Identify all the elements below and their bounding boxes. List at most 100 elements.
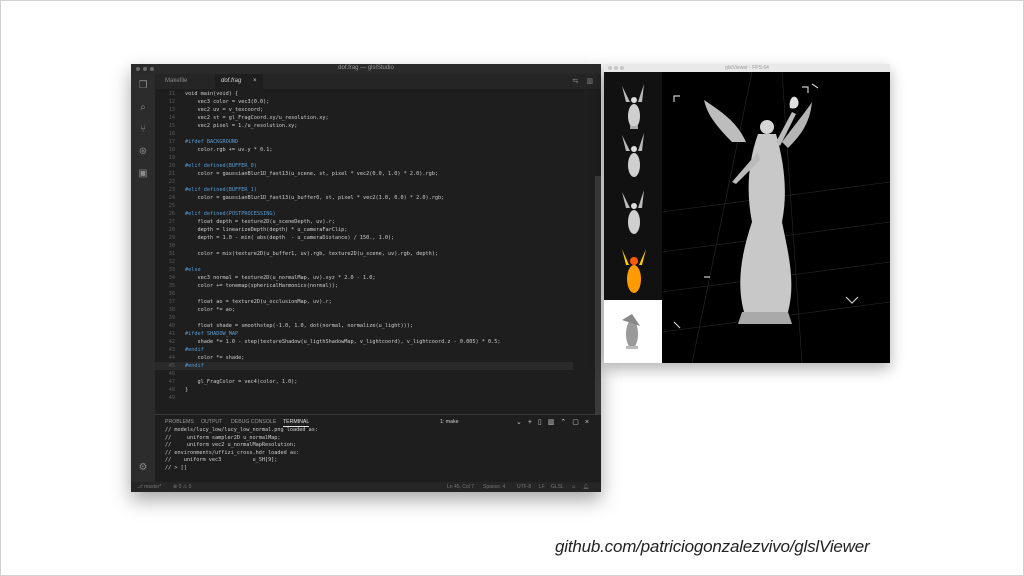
code-line[interactable]: 22 [155, 178, 573, 186]
code-text: vec2 st = gl_FragCoord.xy/u_resolution.x… [185, 115, 329, 121]
code-line[interactable]: 25 [155, 202, 573, 210]
terminal-line: // uniform sampler2D u_normalMap; [165, 434, 281, 441]
debug-icon[interactable]: ⊛ [137, 146, 149, 158]
code-text: float shade = smoothstep(-1.0, 1.0, dot(… [185, 323, 413, 329]
code-line[interactable]: 14 vec2 st = gl_FragCoord.xy/u_resolutio… [155, 114, 573, 122]
code-line[interactable]: 45 #endif [155, 362, 573, 370]
code-line[interactable]: 43 #endif [155, 346, 573, 354]
code-line[interactable]: 16 [155, 130, 573, 138]
close-panel-icon[interactable]: × [585, 419, 595, 426]
code-line[interactable]: 20 #elif defined(BUFFER_0) [155, 162, 573, 170]
code-line[interactable]: 11 void main(void) { [155, 90, 573, 98]
eol-status[interactable]: LF [539, 484, 545, 490]
code-line[interactable]: 32 [155, 258, 573, 266]
code-line[interactable]: 28 depth = linearizeDepth(depth) * u_cam… [155, 226, 573, 234]
code-line[interactable]: 39 [155, 314, 573, 322]
extensions-icon[interactable]: ▣ [137, 168, 149, 180]
tab-makefile[interactable]: Makefile [159, 74, 193, 89]
tab-problems[interactable]: PROBLEMS [165, 419, 194, 425]
line-number: 14 [168, 115, 175, 121]
code-line[interactable]: 46 [155, 370, 573, 378]
code-line[interactable]: 26 #elif defined(POSTPROCESSING) [155, 210, 573, 218]
code-line[interactable]: 29 depth = 1.0 - min( abs(depth - u_came… [155, 234, 573, 242]
code-line[interactable]: 21 color = gaussianBlur1D_fast13(u_scene… [155, 170, 573, 178]
terminal-line: // uniform vec2 u_normalMapResolution; [165, 442, 297, 448]
tab-dof-frag[interactable]: dof.frag × [215, 74, 263, 89]
notifications-icon[interactable]: 🔔︎ [583, 484, 589, 490]
code-line[interactable]: 49 [155, 394, 573, 402]
feedback-icon[interactable]: ☺ [571, 484, 576, 490]
line-number: 29 [168, 235, 175, 241]
split-terminal-icon[interactable]: ▥ [548, 419, 561, 426]
new-terminal-icon[interactable]: + [528, 419, 538, 426]
code-line[interactable]: 33 #else [155, 266, 573, 274]
code-line[interactable]: 30 [155, 242, 573, 250]
terminal-dropdown-icon[interactable]: ⌄ [516, 419, 528, 426]
indent-status[interactable]: Spaces: 4 [483, 484, 505, 490]
split-editor-icon[interactable]: ▥ [586, 78, 593, 85]
editor-scrollbar[interactable] [595, 176, 601, 426]
branch-status[interactable]: ⎇ master* [137, 484, 161, 490]
line-number: 32 [168, 259, 175, 265]
code-text: vec2 pixel = 1./u_resolution.xy; [185, 123, 298, 129]
status-bar: ⎇ master* ⊗ 0 ⚠ 0 Ln 45, Col 7 Spaces: 4… [131, 482, 601, 492]
code-line[interactable]: 44 color *= shade; [155, 354, 573, 362]
code-text: #endif [185, 347, 204, 353]
code-line[interactable]: 13 vec2 uv = v_texcoord; [155, 106, 573, 114]
line-number: 30 [168, 243, 175, 249]
code-line[interactable]: 37 float ao = texture2D(u_occlusionMap, … [155, 298, 573, 306]
editor-window: dof.frag — glslStudio ❐ ⌕ ⑂ ⊛ ▣ ⚙ Makefi… [131, 64, 601, 492]
code-line[interactable]: 40 float shade = smoothstep(-1.0, 1.0, d… [155, 322, 573, 330]
close-tab-icon[interactable]: × [253, 78, 257, 84]
tab-debug-console[interactable]: DEBUG CONSOLE [231, 419, 276, 425]
shadow-map-thumbnail [604, 300, 662, 363]
code-line[interactable]: 35 color += tonemap(sphericalHarmonics(n… [155, 282, 573, 290]
language-status[interactable]: GLSL [551, 484, 564, 490]
line-number: 25 [168, 203, 175, 209]
viewer-zoom-button[interactable] [620, 66, 624, 70]
settings-gear-icon[interactable]: ⚙ [137, 462, 149, 474]
viewer-close-button[interactable] [608, 66, 612, 70]
problems-status[interactable]: ⊗ 0 ⚠ 0 [173, 484, 191, 490]
code-editor[interactable]: 11 void main(void) {12 vec3 color = vec3(… [155, 90, 573, 412]
code-line[interactable]: 19 [155, 154, 573, 162]
code-line[interactable]: 47 gl_FragColor = vec4(color, 1.0); [155, 378, 573, 386]
viewer-scene[interactable] [661, 71, 890, 363]
code-line[interactable]: 15 vec2 pixel = 1./u_resolution.xy; [155, 122, 573, 130]
code-line[interactable]: 31 color = mix(texture2D(u_buffer1, uv).… [155, 250, 573, 258]
depth-thumbnail [604, 243, 662, 301]
explorer-icon[interactable]: ❐ [137, 80, 149, 92]
code-line[interactable]: 36 [155, 290, 573, 298]
code-line[interactable]: 34 vec3 normal = texture2D(u_normalMap, … [155, 274, 573, 282]
line-number: 35 [168, 283, 175, 289]
code-line[interactable]: 17 #ifdef BACKGROUND [155, 138, 573, 146]
code-line[interactable]: 18 color.rgb += uv.y * 0.1; [155, 146, 573, 154]
viewer-minimize-button[interactable] [614, 66, 618, 70]
code-line[interactable]: 24 color = gaussianBlur1D_fast13(u_buffe… [155, 194, 573, 202]
restore-panel-icon[interactable]: ▢ [572, 419, 585, 426]
editor-titlebar: dof.frag — glslStudio [131, 64, 601, 74]
maximize-panel-icon[interactable]: ⌃ [560, 419, 572, 426]
code-line[interactable]: 48} [155, 386, 573, 394]
code-line[interactable]: 41 #ifdef SHADOW_MAP [155, 330, 573, 338]
code-line[interactable]: 42 shade *= 1.0 - step(textureShadow(u_l… [155, 338, 573, 346]
encoding-status[interactable]: UTF-8 [517, 484, 531, 490]
code-line[interactable]: 27 float depth = texture2D(u_sceneDepth,… [155, 218, 573, 226]
code-line[interactable]: 38 color *= ao; [155, 306, 573, 314]
tab-output[interactable]: OUTPUT [201, 419, 222, 425]
open-changes-icon[interactable]: ⇆ [573, 78, 579, 85]
tab-terminal[interactable]: TERMINAL [283, 419, 310, 427]
line-number: 24 [168, 195, 175, 201]
line-number: 41 [168, 331, 175, 337]
code-line[interactable]: 23 #elif defined(BUFFER_1) [155, 186, 573, 194]
kill-terminal-icon[interactable]: ▯ [538, 419, 548, 426]
line-number: 26 [168, 211, 175, 217]
line-number: 40 [168, 323, 175, 329]
code-text: color = gaussianBlur1D_fast13(u_buffer0,… [185, 195, 445, 201]
code-text: vec3 color = vec3(0.0); [185, 99, 270, 105]
terminal-select[interactable]: 1: make [440, 419, 458, 425]
search-icon[interactable]: ⌕ [137, 102, 149, 114]
source-control-icon[interactable]: ⑂ [137, 124, 149, 136]
code-line[interactable]: 12 vec3 color = vec3(0.0); [155, 98, 573, 106]
cursor-position[interactable]: Ln 45, Col 7 [447, 484, 474, 490]
